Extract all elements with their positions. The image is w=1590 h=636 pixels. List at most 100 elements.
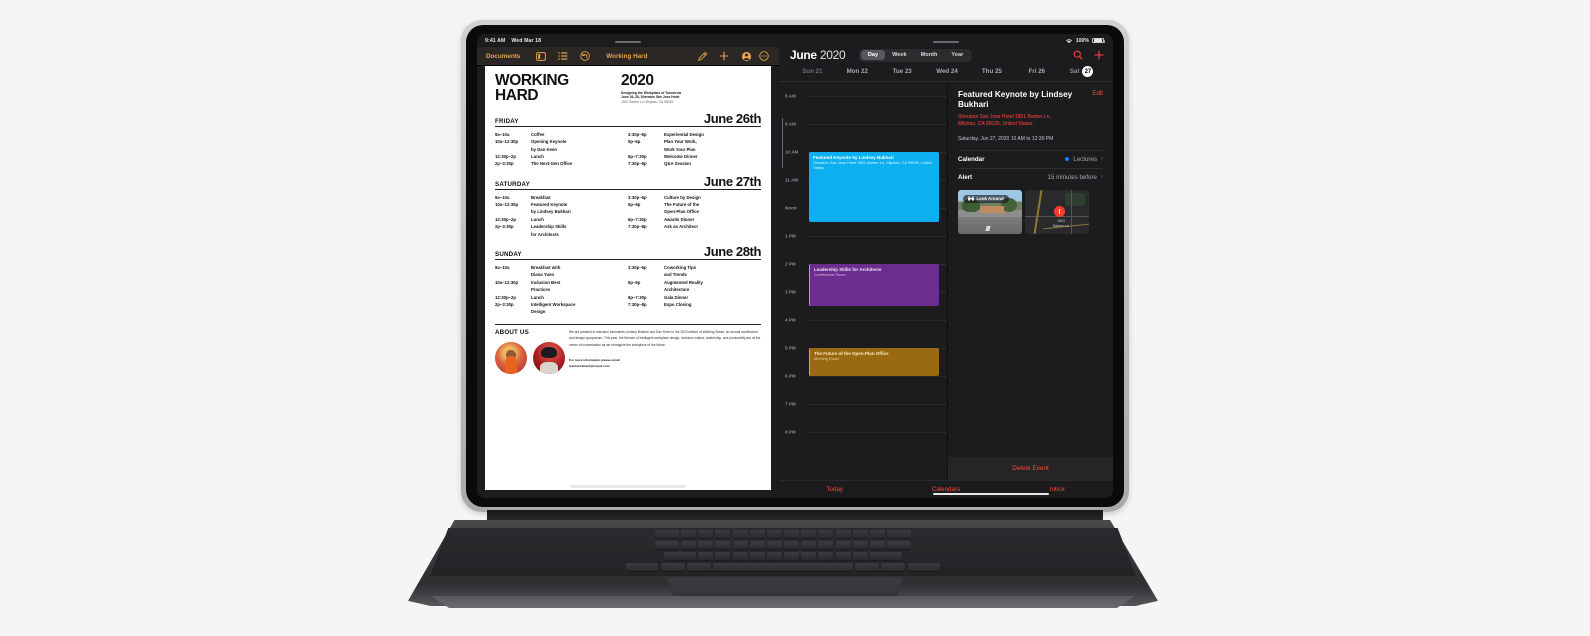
keyboard-keys-area[interactable] — [430, 528, 1136, 576]
home-indicator-right[interactable] — [933, 492, 1049, 495]
look-around-badge[interactable]: Look Around — [963, 194, 1009, 203]
collaborate-person-icon[interactable] — [735, 47, 757, 66]
keyboard-key[interactable] — [660, 563, 685, 571]
keyboard-key[interactable] — [835, 530, 851, 538]
keyboard-key[interactable] — [732, 552, 748, 560]
map-preview[interactable]: 1801 Barber Ln — [1025, 189, 1089, 234]
tab-calendars[interactable]: Calendars — [890, 486, 1001, 493]
tab-today[interactable]: Today — [779, 486, 890, 493]
keyboard-key[interactable] — [855, 563, 880, 571]
keyboard-key[interactable] — [654, 530, 679, 538]
keyboard-key[interactable] — [870, 541, 886, 549]
delete-event-button[interactable]: Delete Event — [948, 457, 1113, 480]
keyboard-key[interactable] — [835, 552, 851, 560]
vertical-scrollbar[interactable] — [781, 118, 784, 168]
week-day-sun[interactable]: Sun 21 — [790, 68, 835, 75]
keyboard-key[interactable] — [852, 552, 868, 560]
keyboard-key[interactable] — [818, 552, 834, 560]
keyboard-key[interactable] — [852, 530, 868, 538]
keyboard-key[interactable] — [715, 541, 731, 549]
keyboard-key[interactable] — [715, 530, 731, 538]
detail-alert-value: 15 minutes before — [1047, 173, 1097, 181]
keyboard-key[interactable] — [732, 530, 748, 538]
look-around-preview[interactable]: Look Around — [958, 189, 1022, 234]
keyboard-key[interactable] — [663, 552, 696, 560]
keyboard-key[interactable] — [852, 541, 868, 549]
keyboard-key[interactable] — [749, 541, 765, 549]
tab-year[interactable]: Year — [944, 50, 970, 60]
tab-inbox[interactable]: Inbox — [1002, 486, 1113, 493]
keyboard-key[interactable] — [715, 552, 731, 560]
keyboard-key[interactable] — [870, 530, 886, 538]
keyboard-key[interactable] — [887, 530, 912, 538]
keyboard-key[interactable] — [801, 541, 817, 549]
week-day-wed[interactable]: Wed 24 — [925, 68, 970, 75]
keyboard-key[interactable] — [784, 552, 800, 560]
pages-document-page[interactable]: WORKING HARD 2020 Designing the Workplac… — [485, 66, 771, 490]
tab-week[interactable]: Week — [885, 50, 914, 60]
undo-icon[interactable] — [574, 47, 596, 66]
list-view-icon[interactable] — [552, 47, 574, 66]
keyboard-key[interactable] — [749, 552, 765, 560]
calendar-event-leadership[interactable]: Leadership Skills for Architects Confere… — [809, 264, 939, 306]
hour-label: 6 PM — [785, 373, 796, 379]
calendar-event-keynote[interactable]: Featured Keynote by Lindsey Bukhari Sher… — [809, 152, 939, 222]
calendar-day-grid[interactable]: 8 AM 9 AM 10 AM 11 AM Noon 1 PM 2 PM 3 P… — [779, 82, 947, 480]
week-day-sat-selected[interactable]: Sat 27 — [1059, 66, 1104, 77]
week-day-sat-label: Sat — [1069, 68, 1080, 75]
keyboard-key[interactable] — [686, 563, 711, 571]
keyboard-key[interactable] — [818, 541, 834, 549]
search-icon[interactable] — [1073, 50, 1083, 60]
plus-icon[interactable] — [713, 47, 735, 66]
keyboard-key[interactable] — [784, 541, 800, 549]
document-title[interactable]: Working Hard — [596, 47, 657, 66]
more-ellipsis-icon[interactable] — [757, 47, 779, 66]
plus-icon[interactable] — [1094, 50, 1104, 60]
item-cell: Diana Yuen — [531, 272, 555, 278]
keyboard-space-key[interactable] — [713, 563, 853, 571]
keyboard-key[interactable] — [654, 541, 679, 549]
multitask-grabber-left[interactable] — [615, 41, 641, 43]
keyboard-key[interactable] — [732, 541, 748, 549]
schedule-items: Breakfast Featured Keynote by Lindsey Bu… — [531, 194, 628, 238]
week-day-thu[interactable]: Thu 25 — [969, 68, 1014, 75]
keyboard-key[interactable] — [881, 563, 906, 571]
tab-day[interactable]: Day — [860, 50, 886, 60]
week-day-fri[interactable]: Fri 26 — [1014, 68, 1059, 75]
event-subtitle: Conference Room — [814, 272, 846, 278]
keyboard-key[interactable] — [818, 530, 834, 538]
keyboard-key[interactable] — [680, 541, 696, 549]
keyboard-key[interactable] — [835, 541, 851, 549]
keyboard-key[interactable] — [801, 552, 817, 560]
week-day-mon[interactable]: Mon 22 — [835, 68, 880, 75]
keyboard-key[interactable] — [680, 530, 696, 538]
keyboard-key[interactable] — [698, 552, 714, 560]
detail-calendar-value: Lectures — [1073, 155, 1097, 163]
keyboard-key[interactable] — [698, 530, 714, 538]
keyboard-key[interactable] — [887, 541, 912, 549]
keyboard-key[interactable] — [698, 541, 714, 549]
keyboard-key[interactable] — [749, 530, 765, 538]
keyboard-key[interactable] — [766, 530, 782, 538]
keyboard-key[interactable] — [784, 530, 800, 538]
detail-calendar-row[interactable]: Calendar Lectures › — [958, 149, 1103, 168]
edit-button[interactable]: Edit — [1092, 90, 1103, 97]
detail-alert-row[interactable]: Alert 15 minutes before › — [958, 167, 1103, 186]
tab-month[interactable]: Month — [914, 50, 945, 60]
sidebar-panel-icon[interactable] — [530, 47, 552, 66]
keyboard-key[interactable] — [626, 563, 659, 571]
time-cell — [495, 286, 531, 293]
pen-markup-icon[interactable] — [691, 47, 713, 66]
keyboard-key[interactable] — [766, 552, 782, 560]
calendar-view-segmented-control[interactable]: Day Week Month Year — [859, 48, 972, 62]
home-indicator-left[interactable] — [570, 485, 686, 488]
keyboard-key[interactable] — [907, 563, 940, 571]
keyboard-key[interactable] — [801, 530, 817, 538]
calendar-event-openplan[interactable]: The Future of the Open-Plan Office Meeti… — [809, 348, 939, 376]
week-day-tue[interactable]: Tue 23 — [880, 68, 925, 75]
multitask-grabber-right[interactable] — [933, 41, 959, 43]
keyboard-key[interactable] — [766, 541, 782, 549]
keyboard-key[interactable] — [870, 552, 903, 560]
detail-address[interactable]: Sheraton San Jose Hotel 1801 Barber Ln, … — [958, 114, 1093, 129]
documents-back-button[interactable]: Documents — [477, 47, 530, 66]
